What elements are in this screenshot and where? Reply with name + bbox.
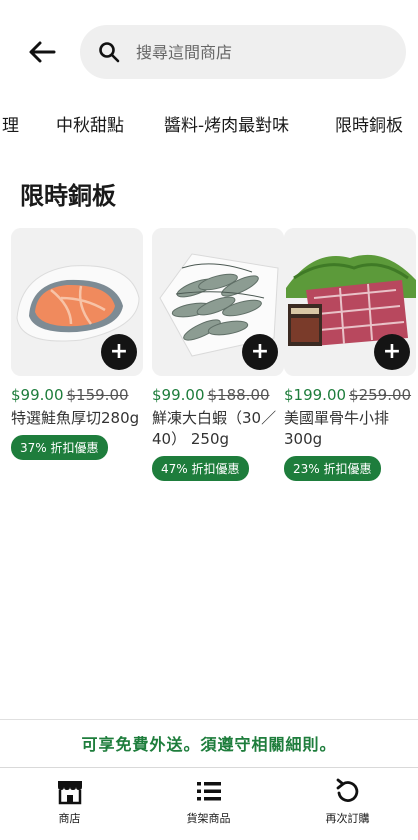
discount-badge: 47% 折扣優惠 <box>152 456 249 481</box>
nav-label: 再次訂購 <box>325 812 370 825</box>
notice-divider <box>0 719 418 720</box>
product-image: + <box>284 228 416 376</box>
product-card[interactable]: + $99.00 $159.00 特選鮭魚厚切280g 37% 折扣優惠 <box>11 228 143 460</box>
price: $99.00 <box>11 386 64 404</box>
reorder-icon <box>333 776 363 806</box>
price-row: $99.00 $188.00 <box>152 386 284 404</box>
add-to-cart-button[interactable]: + <box>242 334 278 370</box>
tab-mid-autumn-desserts[interactable]: 中秋甜點 <box>56 100 124 156</box>
original-price: $159.00 <box>66 386 129 404</box>
plus-icon: + <box>250 339 270 364</box>
tab-limited-deals[interactable]: 限時銅板 <box>335 100 403 156</box>
nav-label: 貨架商品 <box>186 812 231 825</box>
nav-item-store[interactable]: 商店 <box>0 768 139 840</box>
product-name: 美國單骨牛小排300g <box>284 409 390 448</box>
top-bar <box>0 22 418 82</box>
original-price: $259.00 <box>349 386 412 404</box>
original-price: $188.00 <box>207 386 270 404</box>
tab-label: 理 <box>2 116 19 136</box>
bottom-nav: 商店 貨架商品 再次訂購 <box>0 768 418 840</box>
store-icon <box>55 776 85 806</box>
search-bar[interactable] <box>80 25 406 79</box>
price: $199.00 <box>284 386 347 404</box>
back-button[interactable] <box>22 36 62 68</box>
section-title: 限時銅板 <box>20 182 116 210</box>
tab-sauces-bbq[interactable]: 醬料-烤肉最對味 <box>164 100 289 156</box>
arrow-left-icon <box>29 41 56 63</box>
tab-label: 限時銅板 <box>335 116 403 136</box>
nav-label: 商店 <box>58 812 81 825</box>
product-name: 特選鮭魚厚切280g <box>11 409 140 427</box>
product-name: 鮮凍大白蝦（30／40） 250g <box>152 409 277 448</box>
tab-partial[interactable]: 理 <box>2 100 19 156</box>
list-icon <box>194 776 224 806</box>
tab-label: 中秋甜點 <box>56 116 124 136</box>
add-to-cart-button[interactable]: + <box>101 334 137 370</box>
plus-icon: + <box>382 339 402 364</box>
product-image: + <box>11 228 143 376</box>
free-delivery-notice[interactable]: 可享免費外送。須遵守相關細則。 <box>0 731 418 755</box>
add-to-cart-button[interactable]: + <box>374 334 410 370</box>
category-tabs: 理 中秋甜點 醬料-烤肉最對味 限時銅板 <box>0 100 418 156</box>
plus-icon: + <box>109 339 129 364</box>
search-icon <box>98 41 120 63</box>
price: $99.00 <box>152 386 205 404</box>
discount-badge: 23% 折扣優惠 <box>284 456 381 481</box>
nav-item-reorder[interactable]: 再次訂購 <box>278 768 417 840</box>
product-card[interactable]: + $199.00 $259.00 美國單骨牛小排300g 23% 折扣優惠 <box>284 228 416 481</box>
search-input[interactable] <box>136 42 376 62</box>
tab-label: 醬料-烤肉最對味 <box>164 116 290 136</box>
price-row: $199.00 $259.00 <box>284 386 416 404</box>
nav-item-shelf[interactable]: 貨架商品 <box>139 768 278 840</box>
product-image: + <box>152 228 284 376</box>
discount-badge: 37% 折扣優惠 <box>11 435 108 460</box>
product-card[interactable]: + $99.00 $188.00 鮮凍大白蝦（30／40） 250g 47% 折扣… <box>152 228 284 481</box>
price-row: $99.00 $159.00 <box>11 386 143 404</box>
